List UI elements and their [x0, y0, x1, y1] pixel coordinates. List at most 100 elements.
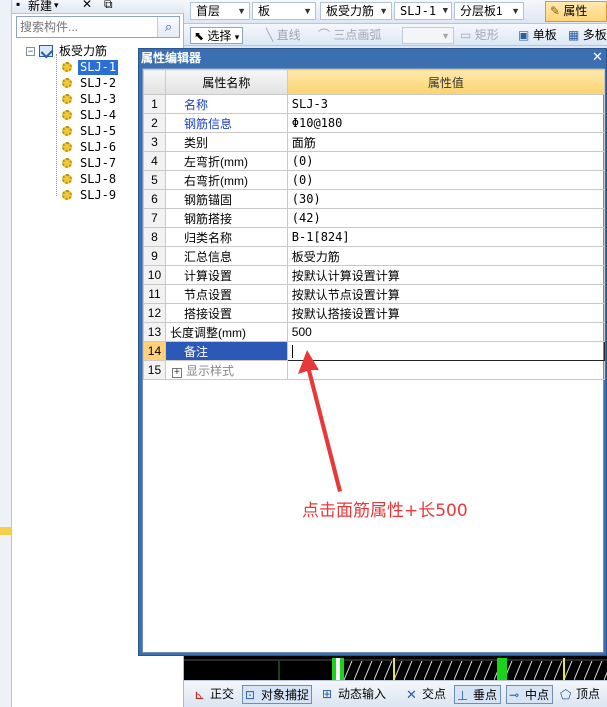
property-value[interactable]: (0) [286, 151, 606, 171]
collapse-icon[interactable]: − [26, 46, 35, 56]
property-value[interactable]: 按默认搭接设置计算 [286, 303, 606, 323]
category-select[interactable]: 板 ▼ [252, 2, 316, 20]
single-board-label: 单板 [532, 28, 557, 42]
tree-item[interactable]: SLJ-7 [62, 155, 118, 171]
tree-item[interactable]: SLJ-1 [62, 59, 119, 75]
floor-select[interactable]: 首层 ▼ [190, 2, 250, 20]
perpendicular-snap[interactable]: ⊥ 垂点 [454, 685, 502, 704]
line-icon: ╲ [266, 28, 274, 42]
gear-icon [62, 142, 72, 152]
property-name: 备注 [164, 341, 288, 361]
rect-icon: ▭ [460, 28, 472, 42]
perpendicular-label: 垂点 [473, 688, 498, 702]
snap-toggle[interactable]: ⊡ 对象捕捉 [242, 685, 313, 704]
drawing-canvas[interactable] [184, 656, 607, 680]
tree-item[interactable]: SLJ-6 [62, 139, 118, 155]
dynamic-input-toggle[interactable]: ⊞ 动态输入 [320, 685, 386, 704]
table-row[interactable]: 15 + 显示样式 [143, 360, 606, 380]
single-board-button[interactable]: ▣ 单板 [518, 27, 557, 44]
tree-item[interactable]: SLJ-9 [62, 187, 118, 203]
rect-button[interactable]: ▭ 矩形 [460, 27, 499, 44]
property-value[interactable]: SLJ-3 [286, 94, 606, 114]
line-button[interactable]: ╲ 直线 [266, 27, 301, 44]
tree-item[interactable]: SLJ-4 [62, 107, 118, 123]
property-value[interactable]: (30) [286, 189, 606, 209]
row-number: 13 [143, 322, 166, 342]
floor-value: 首层 [196, 4, 221, 18]
gear-icon [62, 190, 72, 200]
tree-item[interactable]: SLJ-3 [62, 91, 118, 107]
multi-board-icon: ▦ [568, 28, 580, 42]
component-select[interactable]: SLJ-1 ▼ [394, 2, 452, 20]
tree-item[interactable]: SLJ-5 [62, 123, 118, 139]
table-row[interactable]: 8 归类名称 B-1[824] [143, 227, 606, 247]
expand-icon[interactable]: + [171, 367, 182, 378]
table-row[interactable]: 3 类别 面筋 [143, 132, 606, 152]
copy-icon[interactable]: ⧉ [104, 0, 113, 12]
intersection-snap[interactable]: ✕ 交点 [404, 685, 446, 704]
property-value[interactable]: Φ10@180 [286, 113, 606, 133]
draw-toolbar: ⬉ 选择 ▾ ╲ 直线 ⌒ 三点画弧 ▼ ▭ 矩形 ▣ 单板 ▦ 多板 [184, 24, 607, 46]
property-button[interactable]: ✎ 属性 [545, 1, 607, 22]
chevron-down-icon[interactable]: ▾ [54, 0, 59, 11]
property-name-group[interactable]: + 显示样式 [164, 360, 288, 380]
type-select[interactable]: 板受力筋 ▼ [320, 2, 392, 20]
ortho-toggle[interactable]: ⊾ 正交 [192, 685, 234, 704]
property-name: 节点设置 [164, 284, 288, 304]
table-header-row: 属性名称 属性值 [143, 69, 606, 95]
tree-item[interactable]: SLJ-2 [62, 75, 118, 91]
table-row[interactable]: 9 汇总信息 板受力筋 [143, 246, 606, 266]
property-value[interactable]: (0) [286, 170, 606, 190]
cursor-icon: ⬉ [194, 29, 205, 43]
table-row[interactable]: 1 名称 SLJ-3 [143, 94, 606, 114]
row-number: 5 [143, 170, 166, 190]
type-value: 板受力筋 [326, 4, 375, 18]
property-name: 搭接设置 [164, 303, 288, 323]
property-value[interactable]: (42) [286, 208, 606, 228]
property-name: 长度调整(mm) [164, 322, 288, 342]
status-bar: ⊾ 正交 ⊡ 对象捕捉 ⊞ 动态输入 ✕ 交点 ⊥ 垂点 ⊸ 中点 ⬠ 顶点 [184, 680, 607, 707]
table-row[interactable]: 2 钢筋信息 Φ10@180 [143, 113, 606, 133]
property-value[interactable]: 500 [286, 322, 606, 342]
layer-select[interactable]: 分层板1 ▼ [454, 2, 524, 20]
midpoint-snap[interactable]: ⊸ 中点 [506, 685, 554, 704]
property-value[interactable]: 面筋 [286, 132, 606, 152]
search-icon[interactable]: ⌕ [157, 17, 179, 37]
left-edge-strip [0, 0, 12, 707]
snap-icon: ⊡ [245, 688, 256, 702]
table-row[interactable]: 6 钢筋锚固 (30) [143, 189, 606, 209]
arc-button[interactable]: ⌒ 三点画弧 [318, 27, 381, 44]
table-row[interactable]: 5 右弯折(mm) (0) [143, 170, 606, 190]
chevron-down-icon: ▼ [442, 6, 448, 16]
close-icon[interactable]: ✕ [82, 0, 92, 11]
new-icon[interactable]: ▪ [16, 0, 20, 11]
select-label: 选择 [207, 29, 232, 43]
table-row-selected[interactable]: 14 备注 [143, 341, 606, 361]
chevron-down-icon: ▼ [379, 6, 388, 16]
property-value[interactable]: 板受力筋 [286, 246, 606, 266]
value-column-header: 属性值 [286, 69, 606, 95]
property-value[interactable]: 按默认节点设置计算 [286, 284, 606, 304]
draw-mode-select[interactable]: ▼ [402, 27, 454, 44]
property-value[interactable]: 按默认计算设置计算 [286, 265, 606, 285]
table-row[interactable]: 10 计算设置 按默认计算设置计算 [143, 265, 606, 285]
table-row[interactable]: 11 节点设置 按默认节点设置计算 [143, 284, 606, 304]
table-row[interactable]: 4 左弯折(mm) (0) [143, 151, 606, 171]
table-row[interactable]: 7 钢筋搭接 (42) [143, 208, 606, 228]
new-button[interactable]: 新建 [28, 0, 52, 13]
search-input[interactable] [17, 17, 157, 37]
vertex-snap[interactable]: ⬠ 顶点 [558, 685, 600, 704]
intersection-label: 交点 [422, 687, 447, 701]
select-button[interactable]: ⬉ 选择 ▾ [190, 27, 244, 44]
chevron-down-icon: ▼ [237, 6, 246, 16]
tree-root[interactable]: − 板受力筋 [26, 43, 109, 59]
table-row[interactable]: 12 搭接设置 按默认搭接设置计算 [143, 303, 606, 323]
property-name: 钢筋锚固 [164, 189, 288, 209]
multi-board-button[interactable]: ▦ 多板 [568, 27, 607, 44]
left-toolbar: ▪ 新建 ▾ ✕ ⧉ [12, 0, 184, 14]
tree-item[interactable]: SLJ-8 [62, 171, 118, 187]
close-icon[interactable]: ✕ [591, 50, 604, 64]
property-value[interactable]: B-1[824] [286, 227, 606, 247]
table-row[interactable]: 13 长度调整(mm) 500 [143, 322, 606, 342]
property-editor-dialog: 属性编辑器 ✕ 属性名称 属性值 1 名称 SLJ-3 2 钢筋信息 Φ10@1… [138, 48, 607, 656]
